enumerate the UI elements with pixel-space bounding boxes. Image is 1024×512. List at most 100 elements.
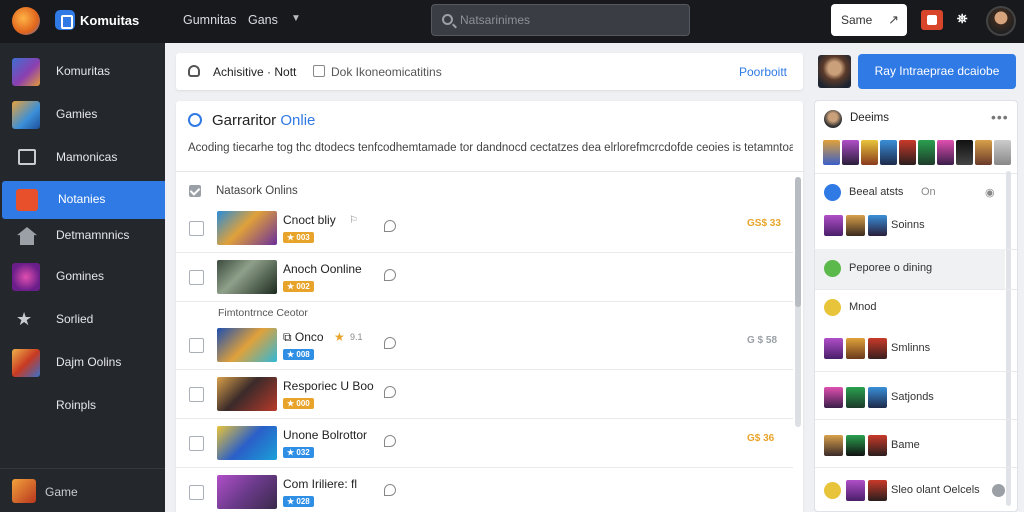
main-panel: Garraritor Onlie Acoding tiecarhe tog th… [176,101,803,512]
user-menu-icon[interactable]: ⛯ [957,11,967,27]
share-icon[interactable] [384,435,396,447]
game-tile[interactable] [956,140,973,165]
share-icon[interactable] [384,220,396,232]
sidebar-item-komuritas[interactable]: Komuritas [0,53,165,91]
sidebar-item-gomines[interactable]: Gomines [0,258,165,296]
sidebar-item-mamonicas[interactable]: Mamonicas [0,139,165,177]
panel-row[interactable]: Satjonds [815,378,1005,418]
share-icon[interactable] [384,337,396,349]
row-checkbox[interactable] [189,221,204,236]
breadcrumb-title[interactable]: Achisitive · Nott [213,65,296,79]
game-tile[interactable] [994,140,1011,165]
panel-title: Deeims [850,112,889,124]
game-thumb-icon [12,101,40,129]
row-title[interactable]: Anoch Oonline [283,262,362,276]
row-checkbox[interactable] [189,387,204,402]
row-checkbox[interactable] [189,485,204,500]
list-header: Natasork Onlins [216,185,298,197]
row-title[interactable]: Cnoct bliy [283,213,336,227]
panel-row[interactable]: Sleo olant Oelcels [815,471,1005,511]
eye-icon[interactable]: ◉ [985,186,995,199]
game-thumb-icon [846,480,865,501]
row-divider [176,301,793,302]
sidebar-item-notanies[interactable]: Notanies [2,181,165,219]
game-tile[interactable] [861,140,878,165]
sidebar-item-dajm-oolins[interactable]: Dajm Oolins [0,344,165,382]
game-thumb-icon [868,435,887,456]
row-checkbox[interactable] [189,270,204,285]
same-button[interactable]: Same ↗ [831,4,907,36]
game-tile[interactable] [937,140,954,165]
sidebar: Komuritas Gamies Mamonicas Notanies Detm… [0,43,165,512]
sidebar-item-label: Notanies [58,192,106,206]
breadcrumb-sub[interactable]: Dok Ikoneomicatitins [331,65,442,79]
sidebar-item-detmamnnics[interactable]: Detmamnnics [0,217,165,255]
game-thumb-icon [824,215,843,236]
game-tile[interactable] [975,140,992,165]
row-title[interactable]: Com Iriliere: fl [283,477,357,491]
game-thumb-icon [12,349,40,377]
share-icon[interactable] [384,386,396,398]
panel-row-label: Mnod [849,301,877,313]
coin-icon [824,482,841,499]
share-icon[interactable] [384,484,396,496]
page-title-main: Garraritor [212,112,277,129]
rating-badge: ★ 003 [283,232,314,243]
list-item[interactable]: Anoch Oonline ★ 002 [176,253,793,302]
game-tile[interactable] [899,140,916,165]
sidebar-footer[interactable]: Game [0,468,165,512]
list-item[interactable]: ⧉ Onco ★ 9.1 ★ 008 G $ 58 [176,321,793,370]
panel-row[interactable]: Smlinns [815,329,1005,369]
avatar[interactable] [986,6,1016,36]
sidebar-item-sorlied[interactable]: ★ Sorlied [0,301,165,339]
panel-row-label: Soinns [891,219,925,231]
list-item[interactable]: Cnoct bliy ⚐ ★ 003 GS$ 33 [176,204,793,253]
breadcrumb-link[interactable]: Poorboitt [739,65,787,79]
row-title[interactable]: Unone Bolrottor [283,428,367,442]
nav-link-gans[interactable]: Gans [248,13,278,27]
primary-cta-button[interactable]: Ray Intraeprae dcaiobe [858,54,1016,89]
brand-name[interactable]: Komuitas [80,13,139,28]
divider [815,371,1017,372]
panel-row[interactable]: Mnod [815,288,1005,328]
game-tile[interactable] [842,140,859,165]
scrollbar[interactable] [1006,171,1011,506]
user-icon [188,65,200,77]
top-bar: Komuitas Gumnitas Gans ▼ Same ↗ ⛯ [0,0,1024,43]
list-item[interactable]: Resporiec U Boo ★ 000 [176,370,793,419]
sidebar-item-label: Komuritas [56,64,111,78]
game-thumb-icon [846,435,865,456]
share-icon[interactable] [384,269,396,281]
row-checkbox[interactable] [189,338,204,353]
arrow-right-icon[interactable] [992,484,1005,497]
sidebar-item-gamies[interactable]: Gamies [0,96,165,134]
sidebar-item-label: Roinpls [56,398,97,412]
row-title[interactable]: Resporiec U Boo [283,379,374,393]
game-tile[interactable] [880,140,897,165]
scrollbar-thumb[interactable] [795,177,801,307]
panel-row[interactable]: Soinns [815,206,1005,246]
sidebar-item-roinpls[interactable]: Roinpls [0,387,165,425]
notification-icon[interactable] [921,10,943,30]
row-title[interactable]: ⧉ Onco [283,330,324,345]
nav-link-gumnitas[interactable]: Gumnitas [183,13,237,27]
chevron-down-icon[interactable]: ▼ [291,13,301,24]
list-item[interactable]: Unone Bolrottor ★ 032 G$ 36 [176,419,793,468]
pin-icon[interactable]: ⚐ [349,215,358,226]
row-price: G $ 58 [747,335,778,346]
row-checkbox[interactable] [189,436,204,451]
scrollbar[interactable] [795,177,801,427]
list-item[interactable]: Com Iriliere: fl ★ 028 [176,468,793,512]
profile-avatar[interactable] [818,55,851,88]
search-box[interactable] [431,4,690,36]
app-logo-icon[interactable] [12,7,40,35]
panel-row[interactable]: Bame [815,426,1005,466]
select-all-checkbox[interactable] [189,185,201,197]
game-tile[interactable] [918,140,935,165]
search-input[interactable] [460,11,680,29]
game-thumb-icon [824,338,843,359]
more-icon[interactable]: ••• [991,109,1009,125]
sidebar-footer-label: Game [45,485,78,499]
game-tile[interactable] [823,140,840,165]
panel-row[interactable]: Peporee o dining [815,249,1005,289]
